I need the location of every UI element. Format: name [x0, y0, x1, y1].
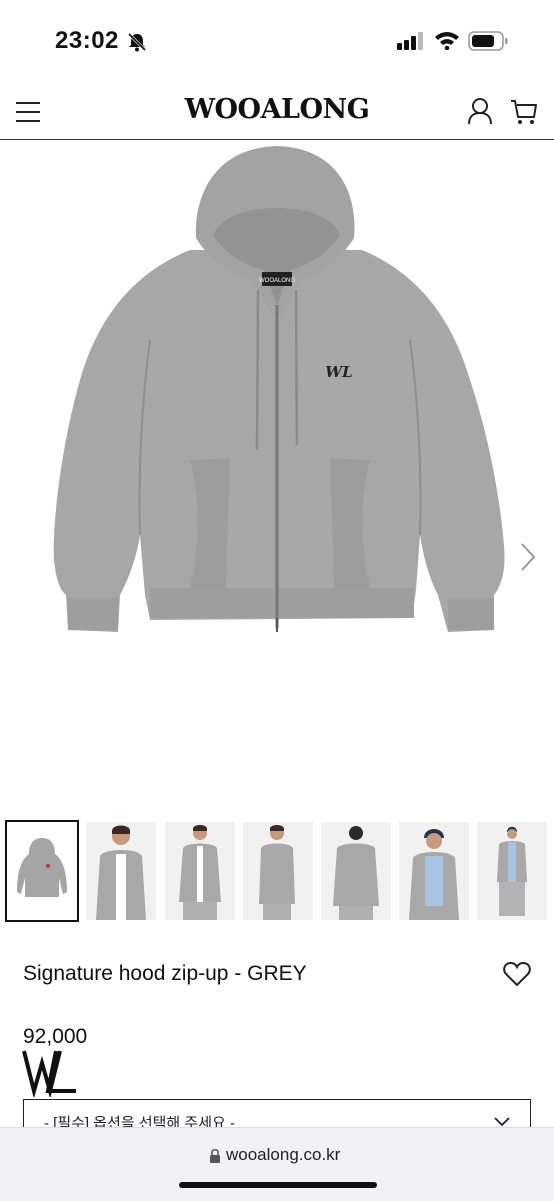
- thumbnail-model-full[interactable]: [477, 822, 547, 920]
- wifi-icon: [434, 30, 460, 55]
- battery-icon: [468, 31, 508, 56]
- thumbnail-model-side[interactable]: [243, 822, 313, 920]
- thumbnail-model-back[interactable]: [321, 822, 391, 920]
- browser-url-bar[interactable]: wooalong.co.kr: [0, 1127, 554, 1201]
- site-header: WOOALONG: [0, 84, 554, 140]
- thumbnail-model-beanie[interactable]: [399, 822, 469, 920]
- chevron-right-icon[interactable]: [519, 542, 537, 577]
- thumbnail-product[interactable]: [5, 820, 79, 922]
- home-indicator: [179, 1182, 377, 1188]
- thumbnail-strip: [0, 820, 554, 924]
- status-bar: 23:02: [0, 0, 554, 84]
- cart-icon[interactable]: [510, 98, 538, 131]
- user-icon[interactable]: [467, 97, 493, 130]
- thumbnail-model-front[interactable]: [86, 822, 156, 920]
- product-name: Signature hood zip-up - GREY: [23, 962, 307, 985]
- bell-muted-icon: [126, 31, 148, 58]
- lock-icon: [209, 1148, 221, 1169]
- chest-logo: WL: [325, 363, 352, 381]
- neck-label-text: WOOALONG: [259, 278, 295, 284]
- url-text[interactable]: wooalong.co.kr: [226, 1145, 340, 1165]
- status-time: 23:02: [55, 27, 119, 54]
- thumbnail-model-front-pants[interactable]: [165, 822, 235, 920]
- cellular-signal-icon: [397, 32, 425, 55]
- hoodie-illustration: [53, 146, 505, 632]
- heart-icon[interactable]: [503, 961, 531, 992]
- wl-logo-icon: [20, 1045, 80, 1102]
- product-main-image[interactable]: WOOALONG WL: [0, 140, 554, 810]
